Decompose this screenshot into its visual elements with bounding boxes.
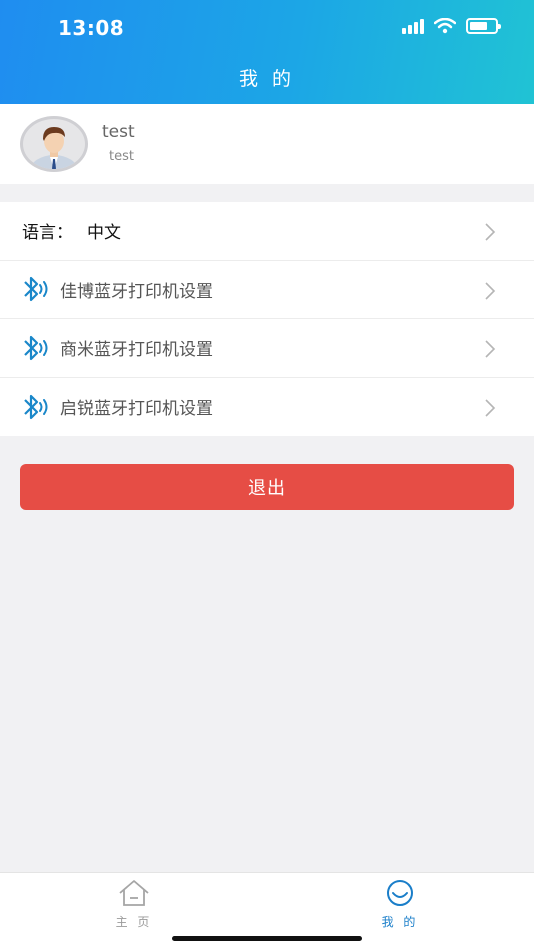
language-label: 语言： xyxy=(22,223,73,244)
bluetooth-icon xyxy=(20,392,52,422)
gprinter-bluetooth-label: 佳博蓝牙打印机设置 xyxy=(60,281,213,302)
chevron-right-icon xyxy=(485,281,496,300)
status-time: 13:08 xyxy=(58,16,125,40)
chevron-right-icon xyxy=(485,340,496,358)
sunmi-bluetooth-label: 商米蓝牙打印机设置 xyxy=(60,340,213,361)
tab-mine-label: 我 的 xyxy=(381,915,419,929)
header-bar: 13:08 我 的 xyxy=(0,0,534,104)
avatar[interactable] xyxy=(20,116,88,172)
tab-mine[interactable]: 我 的 xyxy=(360,879,440,930)
home-indicator xyxy=(172,936,362,941)
chevron-right-icon xyxy=(485,223,496,241)
qirui-bluetooth-row[interactable]: 启锐蓝牙打印机设置 xyxy=(0,378,534,437)
profile-card[interactable]: test test xyxy=(0,104,534,184)
language-row[interactable]: 语言： 中文 xyxy=(0,202,534,261)
user-avatar-icon xyxy=(30,127,78,169)
gprinter-bluetooth-row[interactable]: 佳博蓝牙打印机设置 xyxy=(0,261,534,319)
settings-menu: 语言： 中文 佳博蓝牙打印机设置 商米蓝牙打印机设置 启锐蓝牙打印机设置 xyxy=(0,202,534,436)
tab-home-label: 主 页 xyxy=(115,915,153,929)
qirui-bluetooth-label: 启锐蓝牙打印机设置 xyxy=(60,399,213,420)
sunmi-bluetooth-row[interactable]: 商米蓝牙打印机设置 xyxy=(0,319,534,378)
logout-button[interactable]: 退出 xyxy=(20,464,514,510)
bluetooth-icon xyxy=(20,274,52,304)
tab-home[interactable]: 主 页 xyxy=(94,879,174,930)
chevron-right-icon xyxy=(485,398,496,417)
language-value: 中文 xyxy=(87,223,121,244)
status-icons xyxy=(402,18,501,34)
battery-icon xyxy=(466,18,501,34)
profile-subtitle: test xyxy=(109,149,134,164)
cellular-signal-icon xyxy=(402,18,424,34)
wifi-icon xyxy=(434,18,456,34)
bluetooth-icon xyxy=(20,333,52,363)
page-title: 我 的 xyxy=(238,68,296,90)
profile-name: test xyxy=(102,122,135,142)
smile-icon xyxy=(387,880,413,906)
home-icon xyxy=(119,880,149,906)
